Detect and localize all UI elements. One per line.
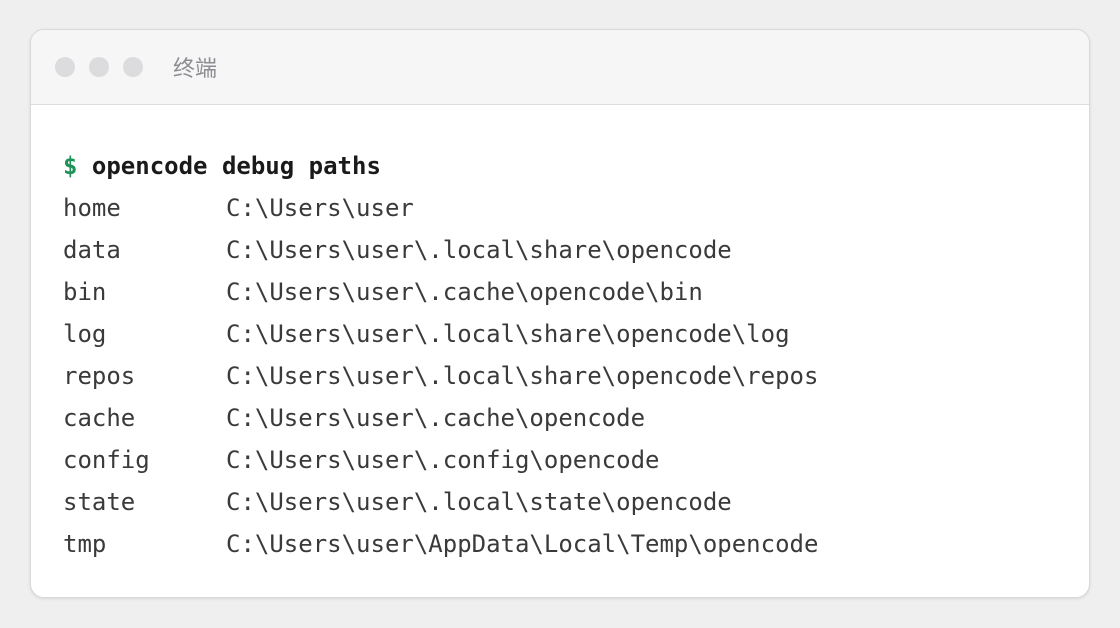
path-key: tmp [63, 530, 107, 558]
path-row-home: home C:\Users\user [63, 187, 1089, 229]
path-value: C:\Users\user\AppData\Local\Temp\opencod… [226, 530, 819, 558]
path-key: repos [63, 362, 136, 390]
path-key: log [63, 320, 107, 348]
path-row-bin: bin C:\Users\user\.cache\opencode\bin [63, 271, 1089, 313]
command-text: opencode debug paths [91, 152, 381, 180]
path-value: C:\Users\user\.local\share\opencode\repo… [226, 362, 819, 390]
path-value: C:\Users\user\.local\state\opencode [226, 488, 732, 516]
path-key: home [63, 194, 121, 222]
title-bar: 终端 [31, 30, 1089, 105]
window-title: 终端 [173, 57, 218, 82]
path-value: C:\Users\user\.cache\opencode [226, 404, 646, 432]
path-value: C:\Users\user\.cache\opencode\bin [226, 278, 703, 306]
path-row-state: state C:\Users\user\.local\state\opencode [63, 481, 1089, 523]
path-row-tmp: tmp C:\Users\user\AppData\Local\Temp\open… [63, 523, 1089, 565]
window-maximize-dot[interactable] [123, 57, 143, 77]
path-row-config: config C:\Users\user\.config\opencode [63, 439, 1089, 481]
path-value: C:\Users\user\.config\opencode [226, 446, 660, 474]
path-value: C:\Users\user [226, 194, 414, 222]
path-key: bin [63, 278, 107, 306]
prompt-symbol: $ [63, 152, 78, 180]
path-key: data [63, 236, 121, 264]
path-value: C:\Users\user\.local\share\opencode\log [226, 320, 790, 348]
path-row-cache: cache C:\Users\user\.cache\opencode [63, 397, 1089, 439]
path-row-data: data C:\Users\user\.local\share\opencode [63, 229, 1089, 271]
terminal-output[interactable]: $ opencode debug paths home C:\Users\user… [31, 105, 1089, 565]
path-row-repos: repos C:\Users\user\.local\share\opencode… [63, 355, 1089, 397]
path-value: C:\Users\user\.local\share\opencode [226, 236, 732, 264]
path-key: config [63, 446, 150, 474]
path-key: cache [63, 404, 136, 432]
window-close-dot[interactable] [55, 57, 75, 77]
terminal-window: 终端 $ opencode debug paths home C:\Users\u… [30, 29, 1090, 598]
command-line: $ opencode debug paths [63, 145, 1089, 187]
path-key: state [63, 488, 136, 516]
window-minimize-dot[interactable] [89, 57, 109, 77]
path-row-log: log C:\Users\user\.local\share\opencode\l… [63, 313, 1089, 355]
